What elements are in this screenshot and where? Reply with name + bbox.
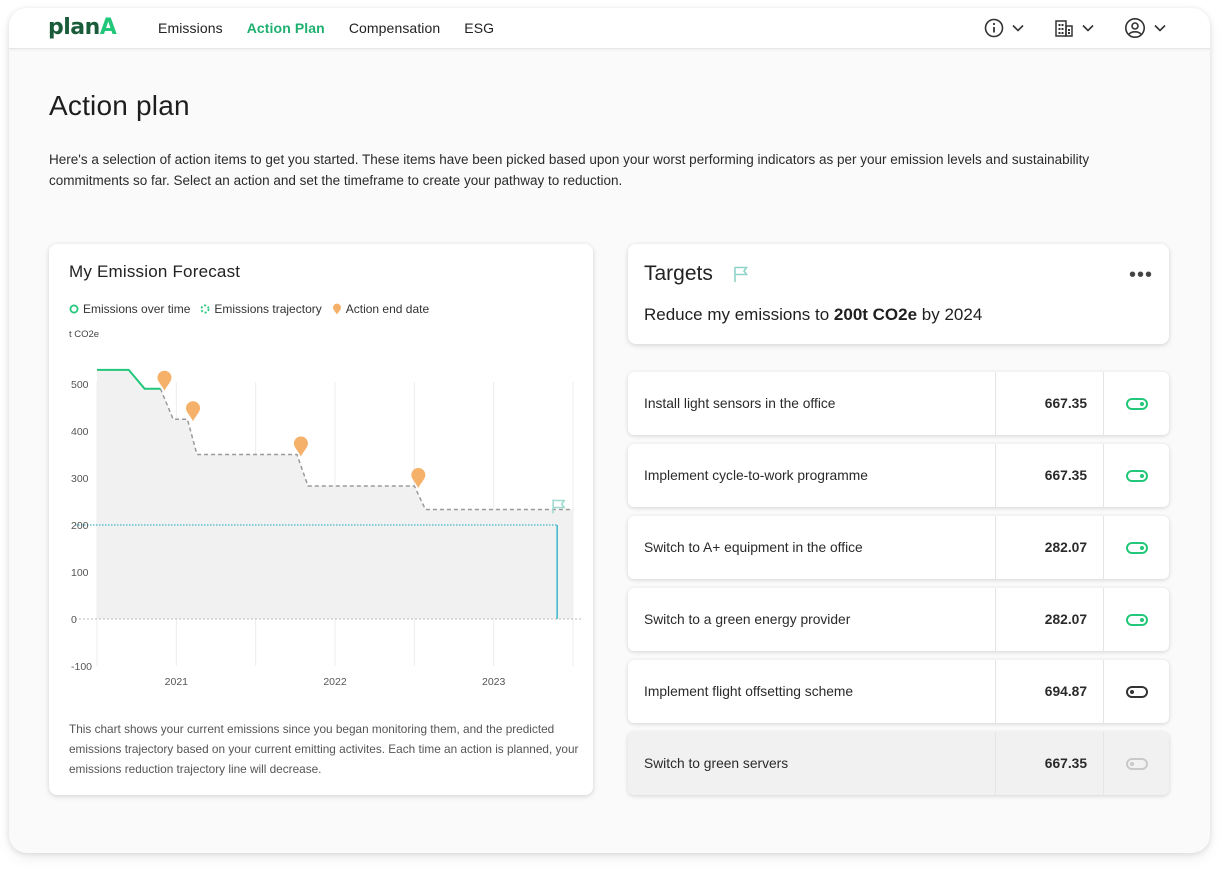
emission-forecast-card: My Emission Forecast Emissions over time… bbox=[49, 244, 593, 795]
y-tick-label: 200 bbox=[71, 520, 89, 532]
target-value: 200t CO2e bbox=[833, 305, 918, 324]
action-toggle[interactable] bbox=[1125, 397, 1148, 410]
action-end-pin bbox=[411, 467, 426, 488]
top-navigation-bar: planA Emissions Action Plan Compensation… bbox=[9, 8, 1210, 49]
action-value: 282.07 bbox=[996, 588, 1104, 651]
y-tick-label: 300 bbox=[71, 473, 89, 485]
action-end-pin bbox=[293, 436, 308, 457]
y-tick-label: 500 bbox=[71, 379, 89, 391]
action-value: 694.87 bbox=[996, 660, 1104, 723]
action-row[interactable]: Install light sensors in the office 667.… bbox=[628, 372, 1169, 435]
toolbar-icons bbox=[984, 17, 1166, 39]
y-tick-label: 0 bbox=[71, 614, 77, 626]
forecast-description: This chart shows your current emissions … bbox=[69, 722, 579, 776]
action-row[interactable]: Implement flight offsetting scheme 694.8… bbox=[628, 660, 1169, 723]
action-row[interactable]: Switch to a green energy provider 282.07 bbox=[628, 588, 1169, 651]
chevron-down-icon bbox=[1082, 24, 1094, 32]
nav-item-emissions[interactable]: Emissions bbox=[158, 20, 223, 36]
action-value: 282.07 bbox=[996, 516, 1104, 579]
user-menu[interactable] bbox=[1124, 17, 1166, 39]
building-icon bbox=[1055, 20, 1073, 37]
chevron-down-icon bbox=[1012, 24, 1024, 32]
main-nav: Emissions Action Plan Compensation ESG bbox=[158, 20, 518, 36]
y-tick-label: 400 bbox=[71, 426, 89, 438]
action-value: 667.35 bbox=[996, 444, 1104, 507]
nav-item-compensation[interactable]: Compensation bbox=[349, 20, 440, 36]
more-options-button[interactable]: ••• bbox=[1129, 264, 1153, 287]
action-name: Install light sensors in the office bbox=[628, 372, 996, 435]
y-tick-label: -100 bbox=[71, 661, 92, 673]
action-toggle bbox=[1125, 757, 1148, 770]
action-name: Implement flight offsetting scheme bbox=[628, 660, 996, 723]
target-statement: Reduce my emissions to 200t CO2e by 2024 bbox=[644, 305, 982, 325]
app-window: planA Emissions Action Plan Compensation… bbox=[9, 8, 1210, 853]
action-value: 667.35 bbox=[996, 732, 1104, 795]
x-tick-label: 2021 bbox=[165, 676, 189, 688]
page-title: Action plan bbox=[49, 90, 190, 121]
action-row[interactable]: Switch to A+ equipment in the office 282… bbox=[628, 516, 1169, 579]
action-name: Switch to A+ equipment in the office bbox=[628, 516, 996, 579]
targets-title: Targets bbox=[644, 262, 713, 285]
target-prefix: Reduce my emissions to bbox=[644, 305, 834, 324]
action-row: Switch to green servers 667.35 bbox=[628, 732, 1169, 795]
action-toggle[interactable] bbox=[1125, 613, 1148, 626]
flag-icon bbox=[734, 266, 749, 282]
action-row[interactable]: Implement cycle-to-work programme 667.35 bbox=[628, 444, 1169, 507]
action-name: Switch to green servers bbox=[628, 732, 996, 795]
targets-card: Targets ••• Reduce my emissions to 200t … bbox=[628, 244, 1169, 344]
help-menu[interactable] bbox=[984, 18, 1024, 38]
nav-item-esg[interactable]: ESG bbox=[464, 20, 494, 36]
logo-text-a: A bbox=[99, 15, 117, 40]
organization-menu[interactable] bbox=[1054, 18, 1094, 38]
x-tick-label: 2023 bbox=[482, 676, 506, 688]
chevron-down-icon bbox=[1154, 24, 1166, 32]
action-name: Switch to a green energy provider bbox=[628, 588, 996, 651]
y-tick-label: 100 bbox=[71, 567, 89, 579]
action-list: Install light sensors in the office 667.… bbox=[628, 372, 1169, 804]
action-toggle[interactable] bbox=[1125, 469, 1148, 482]
action-toggle[interactable] bbox=[1125, 685, 1148, 698]
target-flag-icon bbox=[553, 499, 566, 509]
plana-logo[interactable]: planA bbox=[48, 15, 117, 40]
action-value: 667.35 bbox=[996, 372, 1104, 435]
page-intro: Here's a selection of action items to ge… bbox=[49, 152, 1090, 188]
x-tick-label: 2022 bbox=[323, 676, 347, 688]
action-toggle[interactable] bbox=[1125, 541, 1148, 554]
target-suffix: by 2024 bbox=[917, 305, 983, 324]
emission-forecast-chart: 500 400 300 200 100 0 -100 2021 2022 2023 bbox=[71, 368, 583, 688]
action-end-pin bbox=[186, 401, 201, 422]
nav-item-action-plan[interactable]: Action Plan bbox=[247, 20, 325, 36]
user-icon bbox=[1125, 18, 1145, 38]
action-name: Implement cycle-to-work programme bbox=[628, 444, 996, 507]
logo-text-plan: plan bbox=[48, 15, 100, 40]
info-icon bbox=[984, 18, 1004, 38]
